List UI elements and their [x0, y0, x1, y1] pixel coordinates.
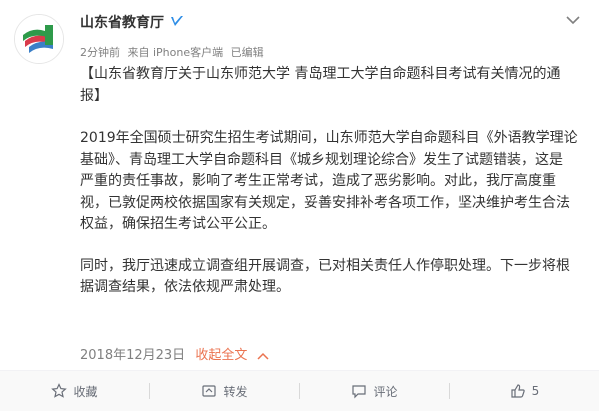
- action-bar: 收藏 转发 评论 5: [0, 370, 599, 411]
- collapse-button[interactable]: 收起全文: [195, 348, 247, 363]
- favorite-button[interactable]: 收藏: [0, 371, 149, 411]
- weibo-post-card: 山东省教育厅 2分钟前 来自 iPhone客户端 已编辑 【山东省教育厅关于山东…: [0, 0, 599, 411]
- post-time[interactable]: 2分钟前: [80, 46, 120, 59]
- edited-label[interactable]: 已编辑: [231, 46, 264, 59]
- paragraph-2: 同时，我厅迅速成立调查组开展调查，已对相关责任人作停职处理。下一步将根 据调查结…: [80, 256, 585, 299]
- text-line: 严重的责任事故，影响了考生正常考试，造成了恶劣影响。对此，我厅高度重: [80, 173, 556, 189]
- text-line: 基础》、青岛理工大学自命题科目《城乡规划理论综合》发生了试题错装，这是: [80, 151, 563, 168]
- like-button[interactable]: 5: [450, 371, 599, 411]
- thumbs-up-icon: [511, 384, 525, 398]
- post-title-line: 报】: [80, 87, 108, 104]
- star-icon: [51, 383, 68, 398]
- post-footer: 2018年12月23日 收起全文: [80, 344, 269, 363]
- post-date: 2018年12月23日: [80, 348, 186, 363]
- comment-icon: [352, 385, 367, 399]
- post-meta: 2分钟前 来自 iPhone客户端 已编辑: [80, 44, 268, 60]
- comment-label: 评论: [373, 384, 398, 399]
- text-line: 视，已敦促两校依据国家有关规定，妥善安排补考各项工作，坚决维护考生合法: [80, 194, 570, 211]
- like-count: 5: [531, 384, 540, 398]
- post-content: 【山东省教育厅关于山东师范大学 青岛理工大学自命题科目考试有关情况的通 报】 2…: [80, 64, 585, 299]
- post-source[interactable]: 来自 iPhone客户端: [128, 46, 224, 59]
- comment-button[interactable]: 评论: [300, 371, 449, 411]
- repost-label: 转发: [223, 384, 248, 399]
- logo-icon: [15, 15, 63, 63]
- avatar[interactable]: [14, 14, 64, 64]
- chevron-down-icon[interactable]: [565, 14, 581, 26]
- chevron-up-icon[interactable]: [257, 352, 269, 360]
- user-name[interactable]: 山东省教育厅: [80, 12, 164, 32]
- repost-button[interactable]: 转发: [150, 371, 299, 411]
- text-line: 据调查结果，依法依规严肃处理。: [80, 279, 290, 295]
- text-line: 2019年全国硕士研究生招生考试期间，山东师范大学自命题科目《外语教学理论: [80, 130, 578, 146]
- repost-icon: [202, 385, 217, 397]
- paragraph-1: 2019年全国硕士研究生招生考试期间，山东师范大学自命题科目《外语教学理论 基础…: [80, 128, 585, 236]
- verified-badge-icon: [171, 16, 183, 26]
- post-title-line: 【山东省教育厅关于山东师范大学 青岛理工大学自命题科目考试有关情况的通: [80, 66, 561, 82]
- text-line: 权益，确保招生考试公平公正。: [80, 216, 276, 232]
- text-line: 同时，我厅迅速成立调查组开展调查，已对相关责任人作停职处理。下一步将根: [80, 257, 570, 274]
- favorite-label: 收藏: [73, 384, 98, 399]
